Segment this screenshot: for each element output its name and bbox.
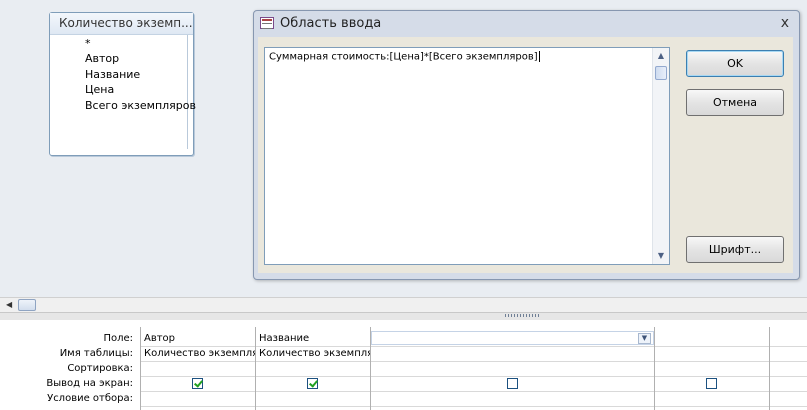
splitter-grip[interactable]: [505, 314, 541, 317]
scroll-thumb-horizontal[interactable]: [18, 299, 36, 311]
expression-editor[interactable]: Суммарная стоимость:[Цена]*[Всего экземп…: [264, 47, 670, 265]
font-button[interactable]: Шрифт...: [686, 236, 784, 263]
ok-button[interactable]: OK: [686, 50, 784, 77]
row-label-show: Вывод на экран:: [0, 376, 133, 391]
table-field-list[interactable]: Количество экземп... * Автор Название Це…: [49, 12, 196, 156]
scroll-left-icon[interactable]: ◀: [6, 300, 12, 309]
dialog-title: Область ввода: [280, 16, 382, 31]
horizontal-scrollbar[interactable]: ◀: [0, 297, 807, 313]
column-3-field[interactable]: [371, 331, 654, 345]
grid-line: [140, 406, 807, 407]
expression-text: Суммарная стоимость:[Цена]*[Всего экземп…: [269, 51, 540, 63]
row-label-field: Поле:: [0, 331, 133, 346]
grid-line: [140, 391, 807, 392]
field-item-author[interactable]: Автор: [85, 52, 119, 65]
field-item-price[interactable]: Цена: [85, 83, 114, 96]
table-title[interactable]: Количество экземп...: [50, 13, 193, 35]
column-divider: [769, 327, 770, 410]
scroll-up-icon[interactable]: ▲: [654, 49, 668, 63]
close-icon[interactable]: x: [781, 15, 789, 31]
column-2-field[interactable]: Название: [256, 332, 370, 346]
row-label-criteria: Условие отбора:: [0, 391, 133, 406]
dialog-titlebar[interactable]: Область ввода x: [254, 11, 799, 37]
grid-line: [140, 376, 807, 377]
text-caret: [538, 51, 540, 62]
grid-line: [140, 361, 807, 362]
field-item-all[interactable]: *: [85, 37, 91, 50]
field-item-title[interactable]: Название: [85, 68, 140, 81]
column-1-field[interactable]: Автор: [141, 332, 255, 346]
chevron-down-icon[interactable]: ▼: [638, 333, 651, 344]
scroll-down-icon[interactable]: ▼: [654, 249, 668, 263]
zoom-dialog: Область ввода x Суммарная стоимость:[Цен…: [253, 10, 800, 280]
row-label-sort: Сортировка:: [0, 361, 133, 376]
scroll-thumb[interactable]: [655, 66, 667, 80]
column-4-show-checkbox[interactable]: [706, 378, 717, 389]
column-1-table[interactable]: Количество экземпляров: [141, 347, 255, 361]
editor-scrollbar[interactable]: ▲ ▼: [652, 48, 669, 264]
column-divider: [654, 327, 655, 410]
row-label-table: Имя таблицы:: [0, 346, 133, 361]
column-2-table[interactable]: Количество экземпляров: [256, 347, 370, 361]
expression-value: Суммарная стоимость:[Цена]*[Всего экземп…: [269, 51, 538, 63]
column-2-show-checkbox[interactable]: [307, 378, 318, 389]
field-item-total-copies[interactable]: Всего экземпляров: [85, 99, 196, 112]
column-1-show-checkbox[interactable]: [192, 378, 203, 389]
dialog-body: Суммарная стоимость:[Цена]*[Всего экземп…: [258, 37, 793, 273]
form-icon: [260, 17, 274, 29]
cancel-button[interactable]: Отмена: [686, 89, 784, 116]
query-grid: Поле: Имя таблицы: Сортировка: Вывод на …: [0, 320, 807, 410]
column-3-show-checkbox[interactable]: [507, 378, 518, 389]
query-design-area: Количество экземп... * Автор Название Це…: [0, 0, 807, 297]
field-list: * Автор Название Цена Всего экземпляров: [50, 35, 196, 149]
